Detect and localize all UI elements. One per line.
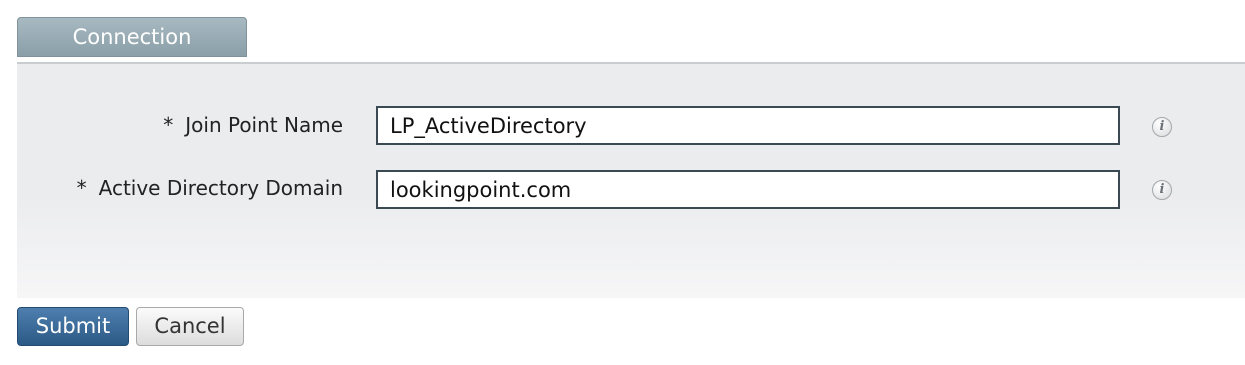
join-point-name-input[interactable] bbox=[376, 106, 1120, 145]
info-icon[interactable]: i bbox=[1152, 117, 1172, 137]
active-directory-domain-input[interactable] bbox=[376, 170, 1120, 209]
required-marker: * bbox=[163, 113, 174, 137]
join-point-name-label: * Join Point Name bbox=[163, 113, 343, 137]
cancel-button[interactable]: Cancel bbox=[136, 307, 244, 346]
active-directory-domain-label: * Active Directory Domain bbox=[77, 176, 343, 200]
join-point-name-label-text: Join Point Name bbox=[185, 113, 343, 137]
info-icon[interactable]: i bbox=[1152, 180, 1172, 200]
tab-connection[interactable]: Connection bbox=[17, 17, 247, 57]
active-directory-domain-label-text: Active Directory Domain bbox=[98, 176, 343, 200]
submit-button[interactable]: Submit bbox=[17, 307, 129, 346]
connection-form-page: Connection * Join Point Name i * Active Di… bbox=[0, 0, 1245, 365]
required-marker: * bbox=[76, 176, 87, 200]
